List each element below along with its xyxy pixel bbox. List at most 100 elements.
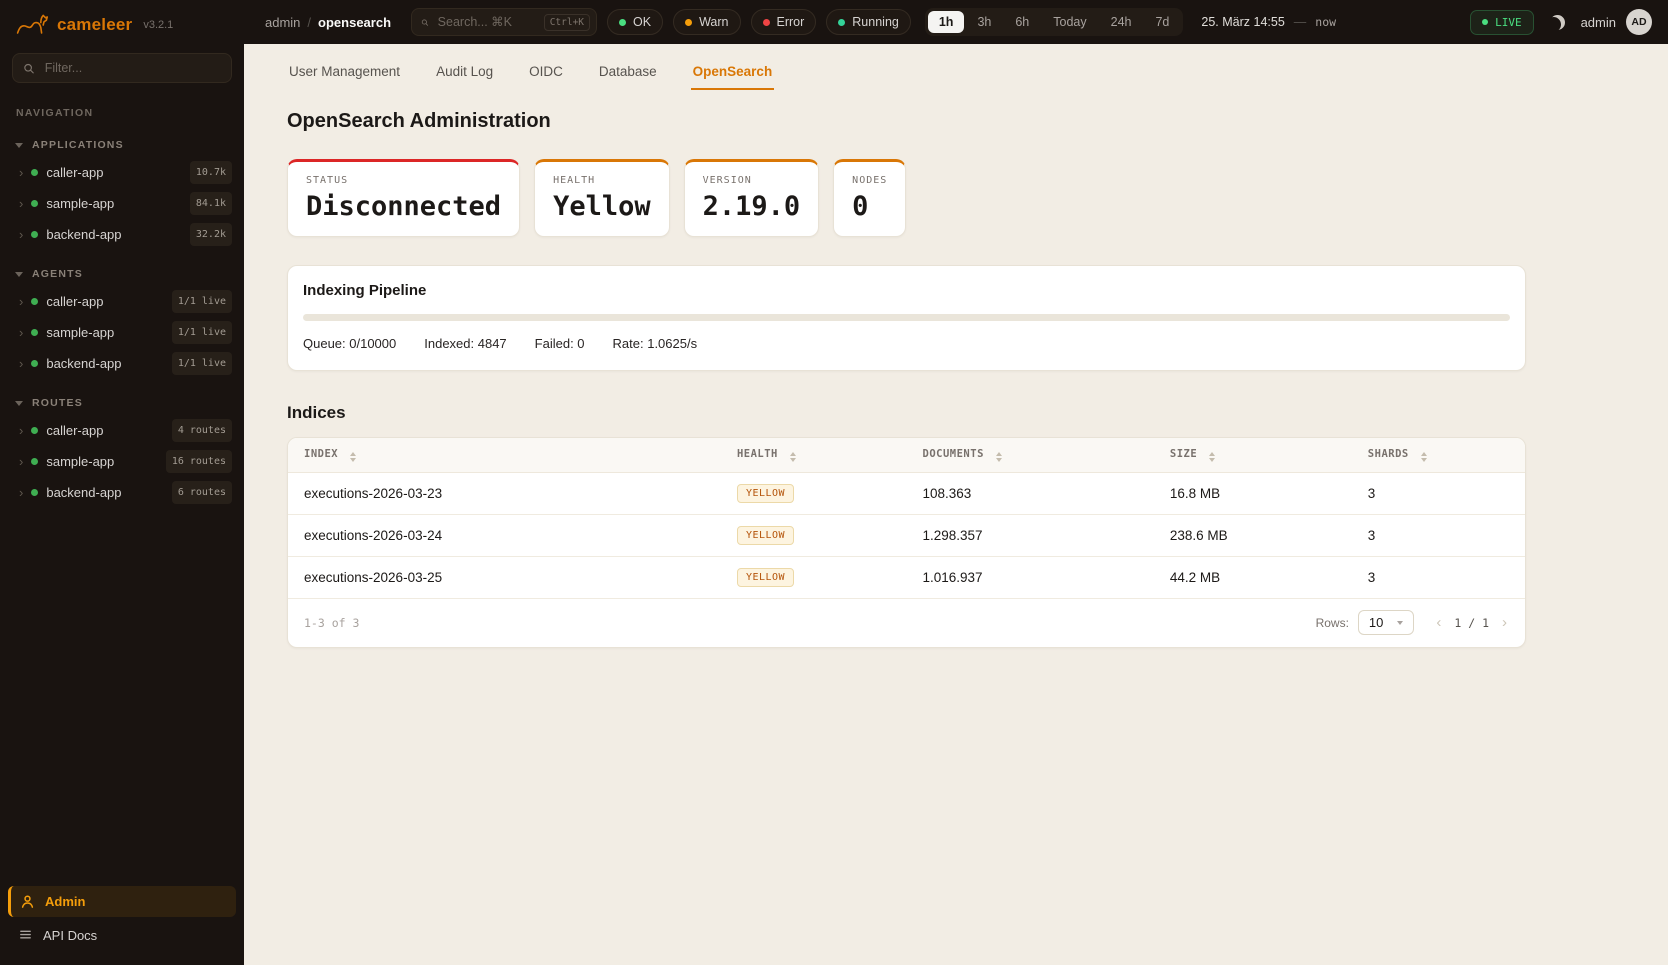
rows-per-page-select[interactable]: 10: [1358, 610, 1414, 635]
camel-icon: [16, 13, 48, 37]
column-header-shards[interactable]: SHARDS: [1352, 438, 1525, 473]
pipeline-title: Indexing Pipeline: [303, 282, 1510, 299]
time-range-24h[interactable]: 24h: [1100, 11, 1143, 33]
sidebar-item-app-backend-app[interactable]: › backend-app 32.2k: [0, 219, 244, 250]
sidebar-item-route-backend-app[interactable]: › backend-app 6 routes: [0, 477, 244, 508]
ok-status-dot: [619, 19, 626, 26]
live-badge: 1/1 live: [172, 290, 232, 313]
time-range-7d[interactable]: 7d: [1144, 11, 1180, 33]
filter-chip-ok[interactable]: OK: [607, 9, 663, 35]
page-indicator: 1 / 1: [1454, 616, 1489, 630]
breadcrumb: admin / opensearch: [265, 15, 391, 30]
admin-user-icon: [20, 894, 35, 909]
group-header-agents[interactable]: AGENTS: [0, 264, 244, 286]
sidebar-item-route-caller-app[interactable]: › caller-app 4 routes: [0, 415, 244, 446]
time-range-today[interactable]: Today: [1042, 11, 1097, 33]
stat-card-status: STATUS Disconnected: [287, 159, 520, 237]
pipeline-stat-queue: Queue: 0/10000: [303, 336, 396, 351]
sidebar-item-app-caller-app[interactable]: › caller-app 10.7k: [0, 157, 244, 188]
breadcrumb-separator: /: [307, 15, 311, 30]
table-row[interactable]: executions-2026-03-25 YELLOW 1.016.937 4…: [288, 557, 1525, 599]
search-icon: [23, 62, 35, 75]
time-range-1h[interactable]: 1h: [928, 11, 965, 33]
sidebar-item-app-sample-app[interactable]: › sample-app 84.1k: [0, 188, 244, 219]
warn-status-dot: [685, 19, 692, 26]
tab-audit-log[interactable]: Audit Log: [434, 56, 495, 90]
chevron-right-icon: ›: [19, 486, 23, 499]
navigation-label: NAVIGATION: [0, 95, 244, 121]
next-page-button[interactable]: ›: [1500, 614, 1509, 631]
status-dot: [31, 231, 38, 238]
status-dot: [31, 200, 38, 207]
sidebar: cameleer v3.2.1 NAVIGATION APPLICATIONS …: [0, 0, 244, 965]
cell-size: 44.2 MB: [1154, 557, 1352, 599]
collapse-caret-icon: [15, 272, 23, 277]
tab-database[interactable]: Database: [597, 56, 659, 90]
health-badge: YELLOW: [737, 484, 794, 503]
sidebar-item-agent-backend-app[interactable]: › backend-app 1/1 live: [0, 348, 244, 379]
stat-label: NODES: [852, 175, 887, 186]
time-range-6h[interactable]: 6h: [1004, 11, 1040, 33]
filter-chip-warn[interactable]: Warn: [673, 9, 740, 35]
filter-chip-error[interactable]: Error: [751, 9, 817, 35]
filter-input[interactable]: [43, 60, 221, 76]
breadcrumb-parent[interactable]: admin: [265, 15, 300, 30]
sort-icon: [996, 452, 1002, 462]
brand-logo[interactable]: cameleer v3.2.1: [0, 0, 244, 45]
user-avatar[interactable]: AD: [1626, 9, 1652, 35]
brand-version: v3.2.1: [143, 19, 173, 31]
column-header-index[interactable]: INDEX: [288, 438, 721, 473]
table-row[interactable]: executions-2026-03-24 YELLOW 1.298.357 2…: [288, 515, 1525, 557]
live-toggle[interactable]: LIVE: [1470, 10, 1534, 35]
chevron-right-icon: ›: [19, 455, 23, 468]
filter-chip-running[interactable]: Running: [826, 9, 911, 35]
search-input[interactable]: [436, 14, 537, 30]
sort-icon: [350, 452, 356, 462]
time-range-3h[interactable]: 3h: [966, 11, 1002, 33]
collapse-caret-icon: [15, 143, 23, 148]
tab-opensearch[interactable]: OpenSearch: [691, 56, 775, 90]
sidebar-item-agent-sample-app[interactable]: › sample-app 1/1 live: [0, 317, 244, 348]
stat-cards: STATUS Disconnected HEALTH Yellow VERSIO…: [287, 159, 1626, 237]
indices-table-card: INDEX HEALTH DOCUMENTS SIZE: [287, 437, 1526, 648]
sidebar-item-api-docs[interactable]: API Docs: [8, 920, 236, 951]
cell-shards: 3: [1352, 473, 1525, 515]
cell-health: YELLOW: [721, 473, 907, 515]
count-badge: 32.2k: [190, 223, 232, 246]
sidebar-item-agent-caller-app[interactable]: › caller-app 1/1 live: [0, 286, 244, 317]
group-header-applications[interactable]: APPLICATIONS: [0, 135, 244, 157]
column-header-health[interactable]: HEALTH: [721, 438, 907, 473]
routes-badge: 4 routes: [172, 419, 232, 442]
pipeline-stat-indexed: Indexed: 4847: [424, 336, 506, 351]
datetime-range[interactable]: 25. März 14:55 — now: [1201, 15, 1336, 29]
topbar: admin / opensearch Ctrl+K OK Warn Error: [244, 0, 1668, 44]
status-dot: [31, 489, 38, 496]
stat-card-nodes: NODES 0: [833, 159, 906, 237]
column-header-documents[interactable]: DOCUMENTS: [907, 438, 1154, 473]
cell-documents: 1.016.937: [907, 557, 1154, 599]
tab-user-management[interactable]: User Management: [287, 56, 402, 90]
cell-shards: 3: [1352, 515, 1525, 557]
table-row[interactable]: executions-2026-03-23 YELLOW 108.363 16.…: [288, 473, 1525, 515]
group-header-routes[interactable]: ROUTES: [0, 393, 244, 415]
right-pane: admin / opensearch Ctrl+K OK Warn Error: [244, 0, 1668, 965]
nav-group-routes: ROUTES › caller-app 4 routes › sample-ap…: [0, 393, 244, 508]
status-dot: [31, 329, 38, 336]
chevron-down-icon: [1397, 621, 1403, 625]
sidebar-item-route-sample-app[interactable]: › sample-app 16 routes: [0, 446, 244, 477]
previous-page-button[interactable]: ‹: [1434, 614, 1443, 631]
search-shortcut-kbd: Ctrl+K: [544, 14, 590, 31]
error-status-dot: [763, 19, 770, 26]
cell-size: 16.8 MB: [1154, 473, 1352, 515]
cell-index: executions-2026-03-25: [288, 557, 721, 599]
theme-toggle-button[interactable]: [1546, 11, 1569, 34]
column-header-size[interactable]: SIZE: [1154, 438, 1352, 473]
sort-icon: [790, 452, 796, 462]
indices-table: INDEX HEALTH DOCUMENTS SIZE: [288, 438, 1525, 599]
main-content: User Management Audit Log OIDC Database …: [244, 44, 1668, 965]
sidebar-item-admin[interactable]: Admin: [8, 886, 236, 917]
tab-oidc[interactable]: OIDC: [527, 56, 565, 90]
status-dot: [31, 298, 38, 305]
status-dot: [31, 427, 38, 434]
datetime-end: now: [1315, 15, 1336, 29]
